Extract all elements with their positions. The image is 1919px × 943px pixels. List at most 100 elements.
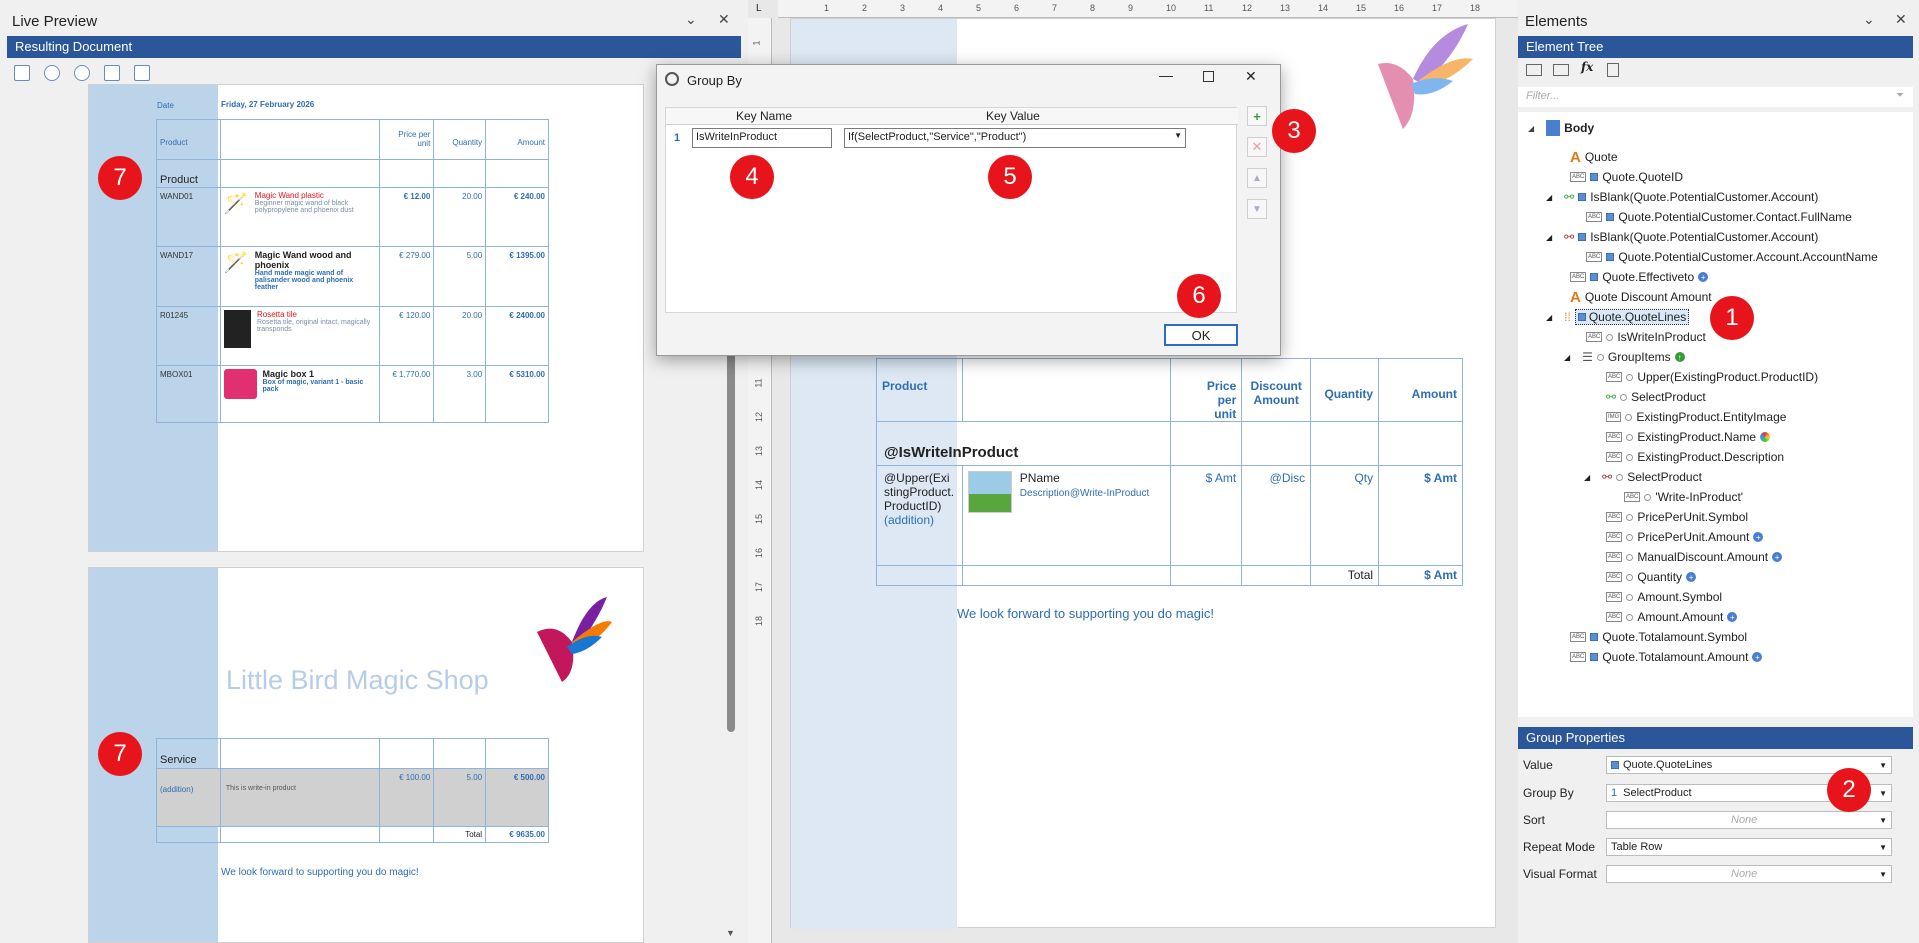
filter-input[interactable]: Filter...	[1518, 87, 1913, 107]
function-icon[interactable]: fx	[1581, 60, 1593, 74]
tree-node[interactable]: ABC Quote.Totalamount.Symbol	[1570, 628, 1747, 646]
field-icon: ABC	[1570, 172, 1587, 182]
add-row-icon[interactable]: +	[1247, 106, 1267, 126]
preview-page-1: Date Friday, 27 February 2026 Product Pr…	[88, 84, 644, 552]
chevron-down-icon[interactable]: ▼	[1174, 131, 1182, 145]
tree-node-body[interactable]: ◢ Body	[1528, 119, 1594, 137]
comment-list-icon[interactable]	[1553, 64, 1569, 76]
zoom-in-icon[interactable]	[74, 65, 90, 81]
ruler-number: 15	[1356, 3, 1367, 13]
copy-icon[interactable]	[134, 65, 150, 81]
chevron-down-icon[interactable]: ▼	[1879, 843, 1887, 852]
ruler-number: 1	[824, 3, 830, 13]
bird-logo	[1378, 24, 1473, 129]
tree-node-quotelines[interactable]: ◢ ⁞⁞ Quote.QuoteLines	[1546, 308, 1690, 326]
tree-node[interactable]: A Quote	[1570, 148, 1618, 166]
tree-node[interactable]: A Quote Discount Amount	[1570, 288, 1712, 306]
close-icon[interactable]: ✕	[1245, 68, 1257, 85]
tree-node[interactable]: ABC Quantity +	[1606, 568, 1697, 586]
tree-node[interactable]: ABC ManualDiscount.Amount +	[1606, 548, 1783, 566]
delete-row-icon[interactable]: ✕	[1247, 137, 1267, 157]
tree-node[interactable]: ABC ExistingProduct.Description	[1606, 448, 1784, 466]
total-label: Total	[433, 826, 487, 843]
callout-badge-6: 6	[1177, 274, 1221, 318]
chevron-down-icon[interactable]: ⌄	[1863, 11, 1875, 28]
text-icon: A	[1570, 288, 1581, 306]
minimize-icon[interactable]: —	[1159, 67, 1173, 83]
qty-placeholder[interactable]: Qty	[1310, 465, 1380, 566]
row-id: R01245	[156, 306, 221, 366]
move-up-icon[interactable]: ▲	[1247, 168, 1267, 188]
ruler-number: 11	[1204, 3, 1214, 13]
tree-node[interactable]: ABC Amount.Amount +	[1606, 608, 1738, 626]
chevron-down-icon[interactable]: ▼	[1879, 870, 1887, 879]
tree-node[interactable]: ◢ ⚯ SelectProduct	[1584, 468, 1702, 486]
scroll-down-icon[interactable]: ▼	[726, 928, 735, 938]
tree-node[interactable]: IMG ExistingProduct.EntityImage	[1606, 408, 1786, 426]
tree-node[interactable]: ABC Quote.PotentialCustomer.Account.Accou…	[1586, 248, 1878, 266]
total-value: € 9635.00	[485, 826, 549, 843]
ruler-icon[interactable]	[104, 65, 120, 81]
tree-node[interactable]: ABC IsWriteInProduct	[1586, 328, 1706, 346]
format-icon: +	[1752, 652, 1763, 662]
tree-node[interactable]: ◢ ☰ GroupItems ↑	[1564, 348, 1685, 366]
row-id: MBOX01	[156, 365, 221, 423]
row-price: € 100.00	[379, 768, 435, 827]
copy-icon[interactable]	[1607, 63, 1619, 77]
tree-node[interactable]: ABC Quote.PotentialCustomer.Contact.FullN…	[1586, 208, 1852, 226]
sort-select[interactable]: None ▼	[1606, 811, 1892, 829]
group-placeholder[interactable]: @IsWriteInProduct	[875, 421, 1172, 466]
tree-node[interactable]: ABC 'Write-InProduct'	[1624, 488, 1743, 506]
tree-node[interactable]: ABC Quote.QuoteID	[1570, 168, 1683, 186]
ruler-number: 1	[751, 40, 762, 46]
fit-width-icon[interactable]	[14, 65, 30, 81]
discount-placeholder[interactable]: @Disc	[1241, 465, 1312, 566]
visual-format-select[interactable]: None ▼	[1606, 865, 1892, 883]
tree-node[interactable]: ABC PricePerUnit.Symbol	[1606, 508, 1748, 526]
row-product: Rosetta tile Rosetta tile, original intac…	[219, 306, 381, 366]
comment-icon[interactable]	[1526, 64, 1542, 76]
price-placeholder[interactable]: $ Amt	[1170, 465, 1243, 566]
groupby-label: Group By	[1523, 786, 1574, 800]
tree-node[interactable]: ◢ ⚯ IsBlank(Quote.PotentialCustomer.Accoun…	[1546, 228, 1818, 246]
field-icon: ABC	[1570, 272, 1587, 282]
amount-placeholder[interactable]: $ Amt	[1378, 465, 1463, 566]
chevron-down-icon[interactable]: ▼	[1879, 789, 1887, 798]
row-qty: 5.00	[433, 768, 487, 827]
chevron-down-icon[interactable]: ▼	[1879, 816, 1887, 825]
sort-icon: ↑	[1674, 352, 1685, 362]
tree-node[interactable]: ⚯ SelectProduct	[1606, 388, 1706, 406]
chevron-down-icon[interactable]: ⌄	[685, 11, 697, 28]
tree-node[interactable]: ABC Amount.Symbol	[1606, 588, 1722, 606]
product-cell[interactable]: PName Description@Write-InProduct	[961, 465, 1172, 566]
key-name-input[interactable]: IsWriteInProduct	[692, 128, 832, 148]
tree-node[interactable]: ABC ExistingProduct.Name	[1606, 428, 1771, 446]
tree-node[interactable]: ABC Quote.Effectiveto +	[1570, 268, 1709, 286]
ruler-number: 5	[976, 3, 982, 13]
total-value[interactable]: $ Amt	[1378, 565, 1463, 586]
tree-node[interactable]: ABC Upper(ExistingProduct.ProductID)	[1606, 368, 1818, 386]
row-desc: This is write-in product	[219, 768, 381, 827]
ruler-number: 7	[1052, 3, 1058, 13]
tree-node[interactable]: ◢ ⚯ IsBlank(Quote.PotentialCustomer.Accoun…	[1546, 188, 1818, 206]
row-amount: € 5310.00	[485, 365, 549, 423]
key-value-select[interactable]: If(SelectProduct,"Service","Product") ▼	[844, 128, 1186, 148]
ruler-number: 16	[754, 547, 765, 559]
close-icon[interactable]: ✕	[1895, 11, 1907, 28]
row-qty: 5.00	[433, 246, 487, 307]
maximize-icon[interactable]	[1203, 71, 1214, 82]
row-amount: € 500.00	[485, 768, 549, 827]
chevron-down-icon[interactable]: ▼	[1879, 761, 1887, 770]
format-icon: +	[1727, 612, 1738, 622]
zoom-out-icon[interactable]	[44, 65, 60, 81]
tree-node[interactable]: ABC Quote.Totalamount.Amount +	[1570, 648, 1763, 666]
id-placeholder[interactable]: @Upper(ExistingProduct.ProductID) (additi…	[876, 465, 963, 566]
ok-button[interactable]: OK	[1164, 324, 1238, 346]
ruler-number: 4	[938, 3, 944, 13]
callout-badge-2: 2	[1827, 768, 1871, 812]
repeat-mode-select[interactable]: Table Row ▼	[1606, 838, 1892, 856]
filter-icon[interactable]: ⏷	[1896, 90, 1904, 101]
tree-node[interactable]: ABC PricePerUnit.Amount +	[1606, 528, 1764, 546]
move-down-icon[interactable]: ▼	[1247, 199, 1267, 219]
close-icon[interactable]: ✕	[718, 11, 730, 28]
